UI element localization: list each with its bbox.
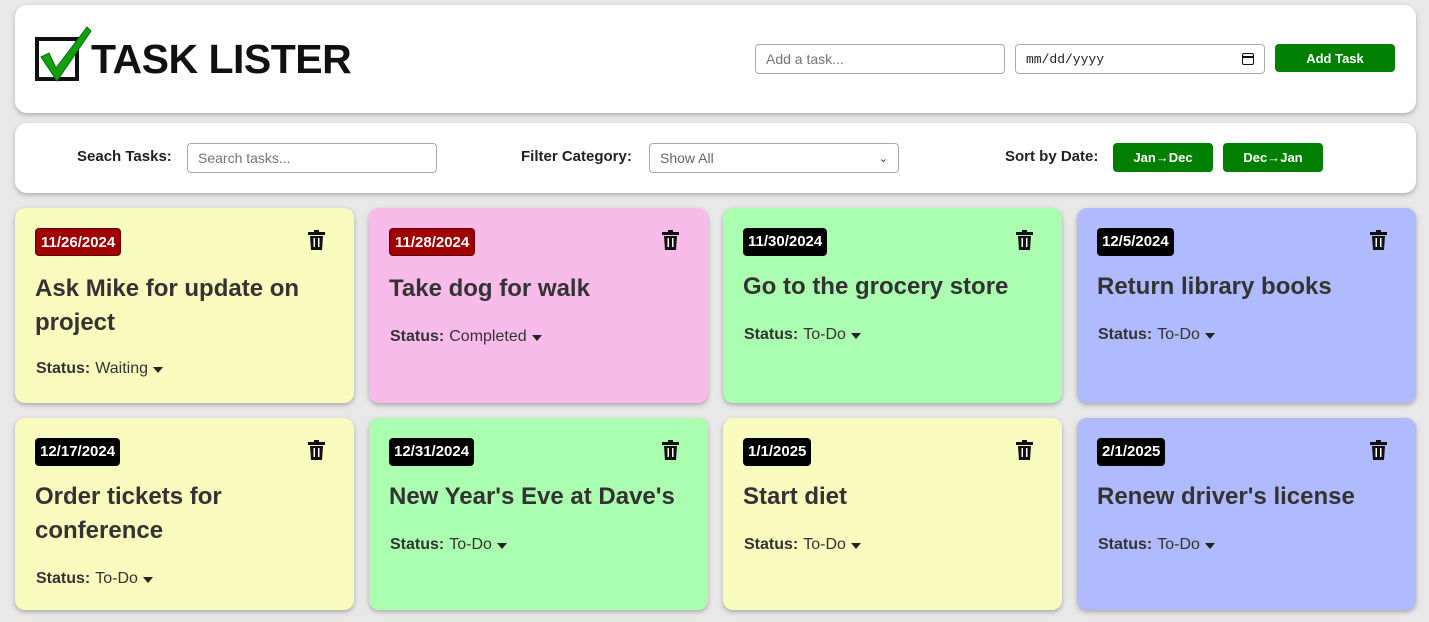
caret-down-icon	[1204, 333, 1215, 339]
task-title: Ask Mike for update on project	[35, 275, 300, 336]
caret-down-icon	[850, 543, 861, 549]
due-date-badge: 12/17/2024	[35, 438, 121, 466]
calendar-icon[interactable]	[1242, 53, 1254, 65]
task-card: 12/17/2024 Order tickets for conference St…	[15, 418, 354, 610]
filter-label: Filter Category:	[521, 148, 632, 165]
date-input[interactable]: mm/dd/yyyy	[1015, 44, 1265, 74]
status-label: Status:	[1098, 326, 1153, 343]
sort-asc-button[interactable]: Jan→Dec	[1113, 143, 1213, 172]
status-label: Status:	[744, 326, 799, 343]
caret-down-icon	[1204, 543, 1215, 549]
task-title: Take dog for walk	[389, 275, 590, 302]
chevron-down-icon: ⌄	[878, 152, 888, 165]
trash-icon[interactable]	[1016, 440, 1033, 460]
status-value: To-Do	[95, 570, 138, 587]
due-date-badge: 11/26/2024	[35, 228, 122, 256]
status-dropdown[interactable]: Status: To-Do	[744, 536, 861, 554]
checkbox-check-icon	[35, 25, 93, 85]
status-dropdown[interactable]: Status: To-Do	[1098, 536, 1215, 554]
due-date-badge: 11/28/2024	[389, 228, 476, 256]
status-value: To-Do	[803, 326, 846, 343]
toolbar-panel: Seach Tasks: Search tasks... Filter Cate…	[15, 123, 1416, 193]
task-card: 11/28/2024 Take dog for walk Status: Comple…	[369, 208, 708, 403]
status-value: To-Do	[1157, 536, 1200, 553]
search-input[interactable]: Search tasks...	[187, 143, 437, 173]
status-dropdown[interactable]: Status: To-Do	[390, 536, 507, 554]
task-title: Order tickets for conference	[35, 483, 222, 544]
task-input[interactable]: Add a task...	[755, 44, 1005, 74]
status-dropdown[interactable]: Status: To-Do	[744, 326, 861, 344]
due-date-badge: 11/30/2024	[743, 228, 828, 256]
add-task-button[interactable]: Add Task	[1275, 44, 1395, 72]
trash-icon[interactable]	[1370, 440, 1387, 460]
caret-down-icon	[142, 577, 153, 583]
task-card: 12/31/2024 New Year's Eve at Dave's Status…	[369, 418, 708, 610]
trash-icon[interactable]	[1016, 230, 1033, 250]
sort-label: Sort by Date:	[1005, 148, 1099, 165]
sort-desc-button[interactable]: Dec→Jan	[1223, 143, 1323, 172]
app-title: TASK LISTER	[91, 35, 352, 82]
trash-icon[interactable]	[308, 230, 325, 250]
task-title: Start diet	[743, 483, 848, 510]
due-date-badge: 1/1/2025	[743, 438, 812, 466]
trash-icon[interactable]	[308, 440, 325, 460]
trash-icon[interactable]	[662, 230, 679, 250]
header-panel: TASK LISTER Add a task... mm/dd/yyyy Add…	[15, 5, 1416, 113]
due-date-badge: 2/1/2025	[1097, 438, 1166, 466]
status-dropdown[interactable]: Status: Completed	[390, 328, 542, 346]
logo: TASK LISTER	[35, 25, 352, 85]
status-value: To-Do	[1157, 326, 1200, 343]
task-card: 11/26/2024 Ask Mike for update on project…	[15, 208, 354, 403]
status-label: Status:	[744, 536, 799, 553]
caret-down-icon	[153, 367, 163, 373]
task-card: 1/1/2025 Start diet Status: To-Do	[723, 418, 1062, 610]
status-label: Status:	[1098, 536, 1153, 553]
task-card: 12/5/2024 Return library books Status: To-D…	[1077, 208, 1416, 403]
date-placeholder: mm/dd/yyyy	[1026, 51, 1105, 67]
due-date-badge: 12/31/2024	[389, 438, 475, 466]
task-card: 2/1/2025 Renew driver's license Status: To-…	[1077, 418, 1416, 610]
status-dropdown[interactable]: Status: To-Do	[36, 570, 153, 588]
task-title: Renew driver's license	[1097, 483, 1355, 510]
trash-icon[interactable]	[662, 440, 679, 460]
task-title: New Year's Eve at Dave's	[389, 483, 675, 510]
status-value: Waiting	[95, 360, 148, 377]
status-value: To-Do	[803, 536, 846, 553]
trash-icon[interactable]	[1370, 230, 1387, 250]
caret-down-icon	[850, 333, 861, 339]
status-dropdown[interactable]: Status: To-Do	[1098, 326, 1215, 344]
status-label: Status:	[36, 570, 91, 587]
search-label: Seach Tasks:	[77, 148, 172, 165]
filter-selected-value: Show All	[660, 150, 714, 166]
status-label: Status:	[390, 328, 445, 345]
status-label: Status:	[390, 536, 445, 553]
status-dropdown[interactable]: Status: Waiting	[36, 360, 163, 378]
caret-down-icon	[496, 543, 507, 549]
status-value: To-Do	[449, 536, 492, 553]
status-label: Status:	[36, 360, 91, 377]
due-date-badge: 12/5/2024	[1097, 228, 1174, 256]
caret-down-icon	[531, 335, 542, 341]
task-card: 11/30/2024 Go to the grocery store Status:…	[723, 208, 1062, 403]
status-value: Completed	[449, 328, 527, 345]
task-title: Go to the grocery store	[743, 273, 1009, 300]
filter-category-select[interactable]: Show All ⌄	[649, 143, 899, 173]
task-title: Return library books	[1097, 273, 1332, 300]
